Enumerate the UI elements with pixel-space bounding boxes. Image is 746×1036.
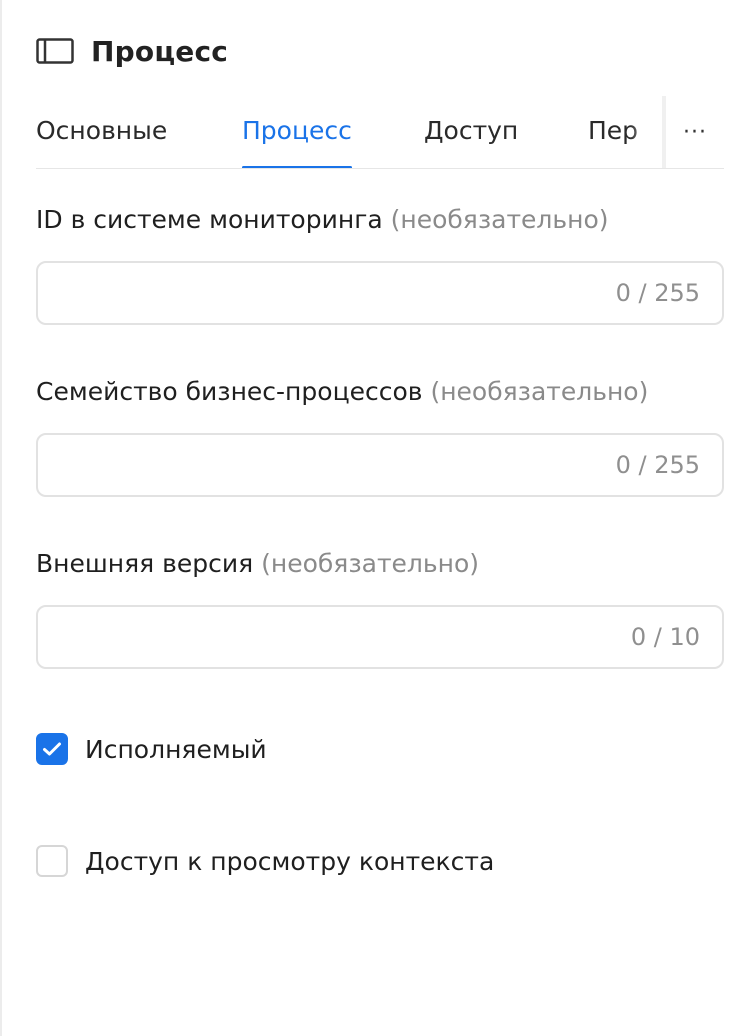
optional-hint: (необязательно)	[390, 205, 609, 234]
external-version-field[interactable]: 0 / 10	[36, 605, 724, 669]
panel-title: Процесс	[91, 34, 229, 68]
optional-hint: (необязательно)	[261, 549, 479, 578]
optional-hint: (необязательно)	[430, 377, 649, 406]
monitoring-id-input[interactable]	[54, 271, 594, 315]
executable-checkbox-row[interactable]: Исполняемый	[36, 731, 267, 767]
char-counter: 0 / 255	[615, 279, 700, 307]
tab-label: Доступ	[424, 116, 519, 145]
process-family-field[interactable]: 0 / 255	[36, 433, 724, 497]
tab-bar: Основные Процесс Доступ Пер ···	[36, 96, 724, 169]
ellipsis-icon: ···	[683, 119, 707, 145]
process-family-input[interactable]	[54, 443, 594, 487]
executable-checkbox[interactable]	[36, 733, 68, 765]
tab-label: Основные	[36, 116, 168, 145]
panel-header: Процесс	[36, 30, 228, 72]
monitoring-id-label: ID в системе мониторинга (необязательно)	[36, 205, 609, 234]
checkmark-icon	[43, 742, 61, 756]
context-access-checkbox[interactable]	[36, 845, 68, 877]
more-tabs-button[interactable]: ···	[666, 96, 724, 168]
char-counter: 0 / 10	[630, 623, 700, 651]
field-label-text: Внешняя версия	[36, 549, 254, 578]
external-version-input[interactable]	[54, 615, 594, 659]
monitoring-id-field[interactable]: 0 / 255	[36, 261, 724, 325]
tab-label: Процесс	[242, 116, 352, 145]
tab-process[interactable]: Процесс	[242, 96, 352, 168]
tab-access[interactable]: Доступ	[424, 96, 519, 168]
field-label-text: Семейство бизнес-процессов	[36, 377, 423, 406]
char-counter: 0 / 255	[615, 451, 700, 479]
context-access-checkbox-row[interactable]: Доступ к просмотру контекста	[36, 843, 494, 879]
panel-sidebar-icon[interactable]	[36, 38, 74, 64]
active-tab-indicator	[242, 166, 352, 168]
process-family-label: Семейство бизнес-процессов (необязательн…	[36, 377, 648, 406]
field-label-text: ID в системе мониторинга	[36, 205, 383, 234]
tab-main[interactable]: Основные	[36, 96, 168, 168]
checkbox-label: Доступ к просмотру контекста	[85, 846, 495, 876]
checkbox-label: Исполняемый	[85, 734, 267, 764]
properties-panel: Процесс Основные Процесс Доступ Пер ··· …	[0, 0, 746, 1036]
external-version-label: Внешняя версия (необязательно)	[36, 549, 479, 578]
